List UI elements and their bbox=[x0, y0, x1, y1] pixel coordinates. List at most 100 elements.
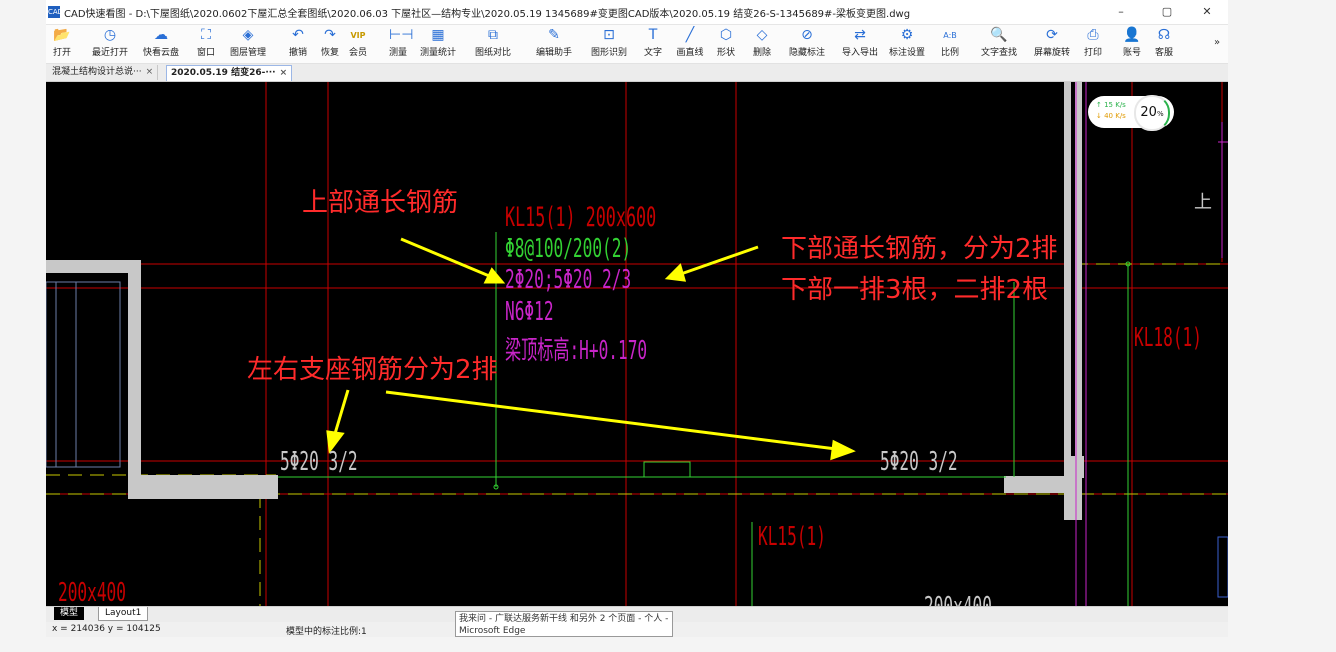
window-title: CAD快速看图 - D:\下屋图纸\2020.0602下屋汇总全套图纸\2020… bbox=[64, 9, 911, 20]
toolbar-button-3[interactable]: ☁ 快看云盘 bbox=[140, 27, 182, 61]
toolbar-button-label: 恢复 bbox=[320, 48, 339, 58]
more-tools-chevron-icon[interactable]: » bbox=[1214, 37, 1220, 48]
toolbar-button-label: 打开 bbox=[52, 48, 71, 58]
clock-icon: ◷ bbox=[103, 27, 117, 43]
elevation-label: 梁顶标高:H+0.170 bbox=[505, 336, 648, 366]
tab-close-icon[interactable]: × bbox=[146, 67, 154, 77]
toolbar-button-5[interactable]: ◈ 图层管理 bbox=[228, 27, 268, 61]
toolbar-button-17[interactable]: ◇ 删除 bbox=[752, 27, 772, 61]
toolbar-button-7[interactable]: ↷ 恢复 bbox=[320, 27, 340, 61]
toolbar-button-label: 图层管理 bbox=[229, 48, 266, 58]
popup-app-name: Microsoft Edge bbox=[459, 626, 526, 636]
toolbar-button-label: 打印 bbox=[1083, 48, 1102, 58]
toolbar-button-22[interactable]: 🔍 文字查找 bbox=[980, 27, 1018, 61]
browser-preview-popup[interactable]: 我来问 - 广联达服务新干线 和另外 2 个页面 - 个人 - Microsof… bbox=[455, 611, 673, 637]
headset-icon: ☊ bbox=[1157, 27, 1171, 43]
tab-design-notes[interactable]: 混凝土结构设计总说··· × bbox=[48, 65, 159, 80]
close-button[interactable]: ✕ bbox=[1190, 3, 1224, 21]
toolbar-button-19[interactable]: ⇄ 导入导出 bbox=[842, 27, 878, 61]
toolbar-button-1[interactable]: 📂 打开 bbox=[52, 27, 72, 61]
main-toolbar: » 📂 打开 ◷ 最近打开 ☁ 快看云盘 ⛶ 窗口 ◈ 图层管理 ↶ 撤销 ↷ 恢复 VIP 会员 ⊢⊣ 测量 ▦ 测… bbox=[46, 25, 1228, 64]
layers-icon: ◈ bbox=[242, 27, 254, 43]
toolbar-button-20[interactable]: ⚙ 标注设置 bbox=[888, 27, 926, 61]
line-icon: ╱ bbox=[685, 27, 695, 43]
speed-percent-unit: % bbox=[1156, 110, 1164, 118]
toolbar-button-label: 导入导出 bbox=[842, 48, 879, 58]
drawing-canvas[interactable]: KL15(1) 200x600 Φ8@100/200(2) 2Φ20;5Φ20 … bbox=[46, 82, 1228, 606]
toolbar-button-23[interactable]: ⟳ 屏幕旋转 bbox=[1032, 27, 1072, 61]
toolbar-button-4[interactable]: ⛶ 窗口 bbox=[196, 27, 216, 61]
app-logo-icon: CAD bbox=[48, 6, 64, 18]
toolbar-button-14[interactable]: T 文字 bbox=[642, 27, 664, 61]
toolbar-button-24[interactable]: ⎙ 打印 bbox=[1082, 27, 1104, 61]
hide-icon: ⊘ bbox=[801, 27, 813, 43]
scale-icon: A:B bbox=[943, 31, 957, 40]
annotation-settings-icon: ⚙ bbox=[900, 27, 914, 43]
window-icon: ⛶ bbox=[201, 27, 211, 43]
tab-model[interactable]: 模型 bbox=[54, 607, 85, 620]
toolbar-button-12[interactable]: ✎ 编辑助手 bbox=[534, 27, 574, 61]
toolbar-button-label: 画直线 bbox=[676, 48, 704, 58]
vip-icon: VIP bbox=[350, 31, 366, 40]
maximize-button[interactable]: ▢ bbox=[1150, 3, 1184, 21]
text-icon: T bbox=[648, 27, 658, 43]
wall-voids bbox=[1071, 82, 1075, 456]
popup-title: 我来问 - 广联达服务新干线 和另外 2 个页面 - 个人 - bbox=[459, 614, 669, 624]
toolbar-button-15[interactable]: ╱ 画直线 bbox=[676, 27, 704, 61]
toolbar-button-label: 屏幕旋转 bbox=[1033, 48, 1070, 58]
title-bar: CAD CAD快速看图 - D:\下屋图纸\2020.0602下屋汇总全套图纸\… bbox=[46, 0, 1228, 25]
upload-speed: ↑ 15 K/s bbox=[1096, 101, 1126, 109]
toolbar-button-18[interactable]: ⊘ 隐藏标注 bbox=[788, 27, 826, 61]
shape-icon: ⬡ bbox=[719, 27, 733, 43]
blue-edge bbox=[1217, 536, 1228, 598]
blue-outline bbox=[46, 281, 121, 468]
kl18-label: KL18(1) bbox=[1134, 323, 1202, 353]
right-edge-char: 上 bbox=[1194, 192, 1212, 213]
toolbar-button-label: 测量统计 bbox=[420, 48, 457, 58]
toolbar-button-label: 客服 bbox=[1154, 48, 1173, 58]
toolbar-button-9[interactable]: ⊢⊣ 测量 bbox=[388, 27, 413, 61]
toolbar-button-11[interactable]: ⧉ 图纸对比 bbox=[474, 27, 512, 61]
toolbar-button-13[interactable]: ⊡ 图形识别 bbox=[590, 27, 628, 61]
toolbar-button-6[interactable]: ↶ 撤销 bbox=[288, 27, 308, 61]
axis-lines bbox=[46, 263, 1228, 606]
annotation-bottom-rebar-line2: 下部一排3根，二排2根 bbox=[781, 275, 1049, 305]
left-support-rebar-label: 5Φ20 3/2 bbox=[280, 447, 358, 477]
bottom-left-dimension-label: 200x400 bbox=[58, 578, 126, 606]
tab-close-icon[interactable]: × bbox=[280, 68, 288, 78]
beam-id-label: KL15(1) 200x600 bbox=[505, 202, 657, 233]
printer-icon: ⎙ bbox=[1087, 27, 1099, 43]
toolbar-button-25[interactable]: 👤 账号 bbox=[1122, 27, 1142, 61]
toolbar-button-label: 文字 bbox=[643, 48, 662, 58]
download-speed: ↓ 40 K/s bbox=[1096, 112, 1126, 120]
side-rebar-label: N6Φ12 bbox=[505, 297, 554, 327]
toolbar-button-label: 测量 bbox=[388, 48, 407, 58]
network-speed-widget[interactable]: ↑ 15 K/s ↓ 40 K/s 20% bbox=[1088, 95, 1174, 131]
toolbar-button-label: 窗口 bbox=[196, 48, 215, 58]
main-rebar-label: 2Φ20;5Φ20 2/3 bbox=[505, 265, 632, 295]
toolbar-button-26[interactable]: ☊ 客服 bbox=[1154, 27, 1174, 61]
toolbar-button-2[interactable]: ◷ 最近打开 bbox=[90, 27, 130, 61]
tab-label: 混凝土结构设计总说··· bbox=[52, 67, 142, 77]
shape-recognition-icon: ⊡ bbox=[603, 27, 615, 43]
tab-beam-change-drawing[interactable]: 2020.05.19 结变26-··· × bbox=[166, 65, 293, 81]
toolbar-button-label: 最近打开 bbox=[91, 48, 128, 58]
import-export-icon: ⇄ bbox=[854, 27, 866, 43]
bottom-right-dimension-label: 200x400 bbox=[924, 592, 992, 606]
toolbar-button-10[interactable]: ▦ 测量统计 bbox=[420, 27, 456, 61]
cloud-icon: ☁ bbox=[154, 27, 168, 43]
toolbar-button-21[interactable]: A:B 比例 bbox=[940, 27, 960, 61]
toolbar-button-label: 标注设置 bbox=[888, 48, 925, 58]
toolbar-button-label: 编辑助手 bbox=[535, 48, 572, 58]
annotation-bottom-rebar-line1: 下部通长钢筋，分为2排 bbox=[781, 234, 1058, 264]
tab-layout1[interactable]: Layout1 bbox=[98, 607, 149, 621]
toolbar-button-label: 文字查找 bbox=[980, 48, 1017, 58]
text-search-icon: 🔍 bbox=[990, 27, 1008, 43]
toolbar-button-8[interactable]: VIP 会员 bbox=[348, 27, 368, 61]
minimize-button[interactable]: – bbox=[1104, 3, 1138, 21]
toolbar-button-16[interactable]: ⬡ 形状 bbox=[716, 27, 736, 61]
toolbar-button-label: 账号 bbox=[1122, 48, 1141, 58]
document-tab-bar: 混凝土结构设计总说··· × 2020.05.19 结变26-··· × bbox=[46, 64, 1228, 82]
annotation-scale: 模型中的标注比例:1 bbox=[286, 627, 367, 637]
right-support-rebar-label: 5Φ20 3/2 bbox=[880, 447, 958, 477]
